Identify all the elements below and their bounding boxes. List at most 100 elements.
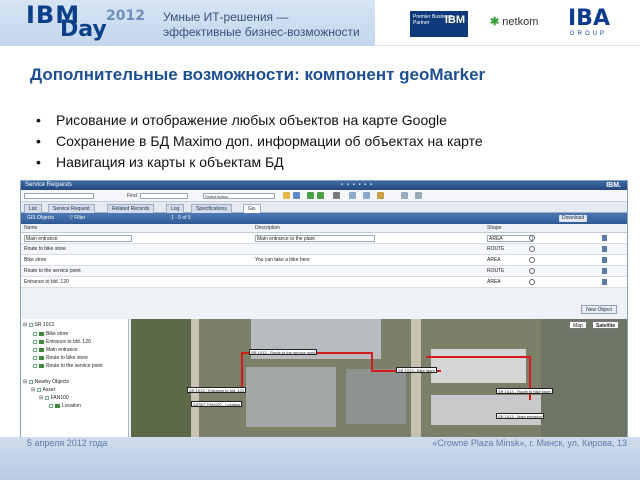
- object-tree: ⊟ SR 1013 Bike store Entrance to bld. 12…: [21, 319, 129, 437]
- tab-service-request[interactable]: Service Request: [48, 204, 95, 213]
- checkbox[interactable]: [33, 355, 37, 360]
- tree-item-label: Entrance to bld. 120: [46, 339, 91, 345]
- delete-row-icon[interactable]: [602, 268, 607, 274]
- tree-nearby[interactable]: ⊟ Nearby Objects: [23, 378, 69, 386]
- tree-item-label: Route to the service point: [46, 363, 103, 369]
- row-shape[interactable]: AREA: [487, 235, 533, 242]
- table-row[interactable]: Bike store You can take a bike here AREA: [21, 255, 627, 266]
- tab-specifications[interactable]: Specifications: [191, 204, 232, 213]
- checkbox[interactable]: [49, 403, 53, 408]
- table-row[interactable]: Route to the service point ROUTE: [21, 266, 627, 277]
- tree-asset[interactable]: ⊟ Asset: [31, 386, 55, 394]
- slide: IBM Day 2012 Умные ИТ-решения — эффектив…: [0, 0, 640, 480]
- prev-icon[interactable]: [307, 192, 314, 199]
- locate-icon[interactable]: [529, 268, 535, 274]
- edit-icon[interactable]: [39, 339, 44, 344]
- col-name[interactable]: Name: [24, 224, 37, 233]
- delete-row-icon[interactable]: [602, 279, 607, 285]
- map-building: [346, 369, 406, 424]
- edit-icon[interactable]: [39, 347, 44, 352]
- workflow-icon[interactable]: [349, 192, 356, 199]
- tab-gis[interactable]: Gis: [243, 204, 261, 213]
- satellite-view-button[interactable]: Satellite: [592, 321, 620, 329]
- ibmday-logo-year: 2012: [106, 8, 145, 24]
- header-tagline-1: Умные ИТ-решения —: [163, 10, 289, 24]
- delete-row-icon[interactable]: [602, 235, 607, 241]
- checkbox[interactable]: [33, 331, 37, 336]
- route-icon[interactable]: [363, 192, 370, 199]
- bullet-item: Рисование и отображение любых объектов н…: [36, 110, 483, 131]
- delete-row-icon[interactable]: [602, 246, 607, 252]
- save-icon[interactable]: [293, 192, 300, 199]
- table-row[interactable]: Main entrance Main entrance to the plant…: [21, 233, 627, 244]
- netkom-logo-icon: ✱: [490, 16, 500, 28]
- edit-icon[interactable]: [39, 355, 44, 360]
- satellite-map[interactable]: Map Satellite SR 1013 - Route to the ser…: [131, 319, 627, 437]
- map-label[interactable]: SR 1013 - Entrance to bld. 120: [187, 387, 246, 393]
- tree-asset-id[interactable]: ⊟ FAN100: [39, 394, 69, 402]
- tree-nearby-label: Nearby Objects: [34, 379, 70, 385]
- slide-title: Дополнительные возможности: компонент ge…: [30, 65, 486, 84]
- map-road: [411, 319, 421, 437]
- table-row[interactable]: Route to bike store ROUTE: [21, 244, 627, 255]
- checkbox[interactable]: [33, 339, 37, 344]
- edit-icon[interactable]: [39, 331, 44, 336]
- gis-objects-header: GIS Objects ▽ Filter 1 - 5 of 5 Download: [21, 213, 627, 224]
- row-name: Route to the service point: [24, 268, 81, 274]
- map-label[interactable]: SR 1013 - Main entrance: [496, 413, 545, 419]
- checkbox[interactable]: [36, 387, 41, 392]
- toolbar-icon[interactable]: [401, 192, 408, 199]
- attachment-icon[interactable]: [377, 192, 384, 199]
- edit-icon[interactable]: [39, 363, 44, 368]
- new-icon[interactable]: [283, 192, 290, 199]
- filter-label: Filter: [74, 215, 86, 221]
- map-building: [431, 349, 526, 383]
- map-view-button[interactable]: Map: [569, 321, 587, 329]
- row-name[interactable]: Main entrance: [24, 235, 132, 242]
- locate-icon[interactable]: [529, 279, 535, 285]
- tree-item[interactable]: Route to bike store: [33, 354, 88, 362]
- download-button[interactable]: Download: [559, 215, 588, 222]
- map-label[interactable]: SR 1013 - Bike store: [396, 367, 437, 373]
- new-object-button[interactable]: New Object: [581, 305, 617, 314]
- route-line: [371, 352, 373, 370]
- tab-related-records[interactable]: Related Records: [107, 204, 155, 213]
- header-blue-panel: IBM Day 2012 Умные ИТ-решения — эффектив…: [0, 0, 375, 46]
- tab-list[interactable]: List: [24, 204, 42, 213]
- map-label[interactable]: SR 1013 - Route to the service point: [249, 349, 318, 355]
- tree-item[interactable]: Entrance to bld. 120: [33, 338, 91, 346]
- map-building: [431, 395, 541, 425]
- locate-icon[interactable]: [529, 257, 535, 263]
- edit-icon[interactable]: [55, 403, 60, 408]
- checkbox[interactable]: [44, 395, 49, 400]
- checkbox[interactable]: [28, 379, 33, 384]
- row-shape: AREA: [487, 257, 501, 263]
- locate-icon[interactable]: [529, 235, 535, 241]
- locate-icon[interactable]: [529, 246, 535, 252]
- footer-venue: «Crowne Plaza Minsk», г. Минск, ул. Киро…: [432, 438, 627, 448]
- filter-button[interactable]: ▽ Filter: [69, 213, 85, 224]
- row-description[interactable]: Main entrance to the plant: [255, 235, 375, 242]
- tree-root[interactable]: ⊟ SR 1013: [23, 321, 54, 329]
- map-label[interactable]: ASSET FAN100 - Location: [191, 401, 243, 407]
- tree-item[interactable]: Bike store: [33, 330, 68, 338]
- record-field[interactable]: [24, 193, 94, 199]
- delete-icon[interactable]: [333, 192, 340, 199]
- tree-item[interactable]: Main entrance: [33, 346, 78, 354]
- toolbar-icon[interactable]: [415, 192, 422, 199]
- delete-row-icon[interactable]: [602, 257, 607, 263]
- map-label[interactable]: SR 1013 - Route to bike store: [496, 388, 553, 394]
- checkbox[interactable]: [28, 322, 33, 327]
- next-icon[interactable]: [317, 192, 324, 199]
- find-input[interactable]: [140, 193, 188, 199]
- table-row[interactable]: Entrance to bld. 120 AREA: [21, 277, 627, 288]
- col-shape[interactable]: Shape: [487, 224, 501, 233]
- footer: 5 апреля 2012 года «Crowne Plaza Minsk»,…: [0, 437, 640, 480]
- checkbox[interactable]: [33, 363, 37, 368]
- col-description[interactable]: Description: [255, 224, 280, 233]
- tree-location[interactable]: Location: [49, 402, 81, 410]
- checkbox[interactable]: [33, 347, 37, 352]
- select-action-dropdown[interactable]: Select Action: [203, 193, 275, 199]
- tree-item[interactable]: Route to the service point: [33, 362, 127, 378]
- tab-log[interactable]: Log: [166, 204, 185, 213]
